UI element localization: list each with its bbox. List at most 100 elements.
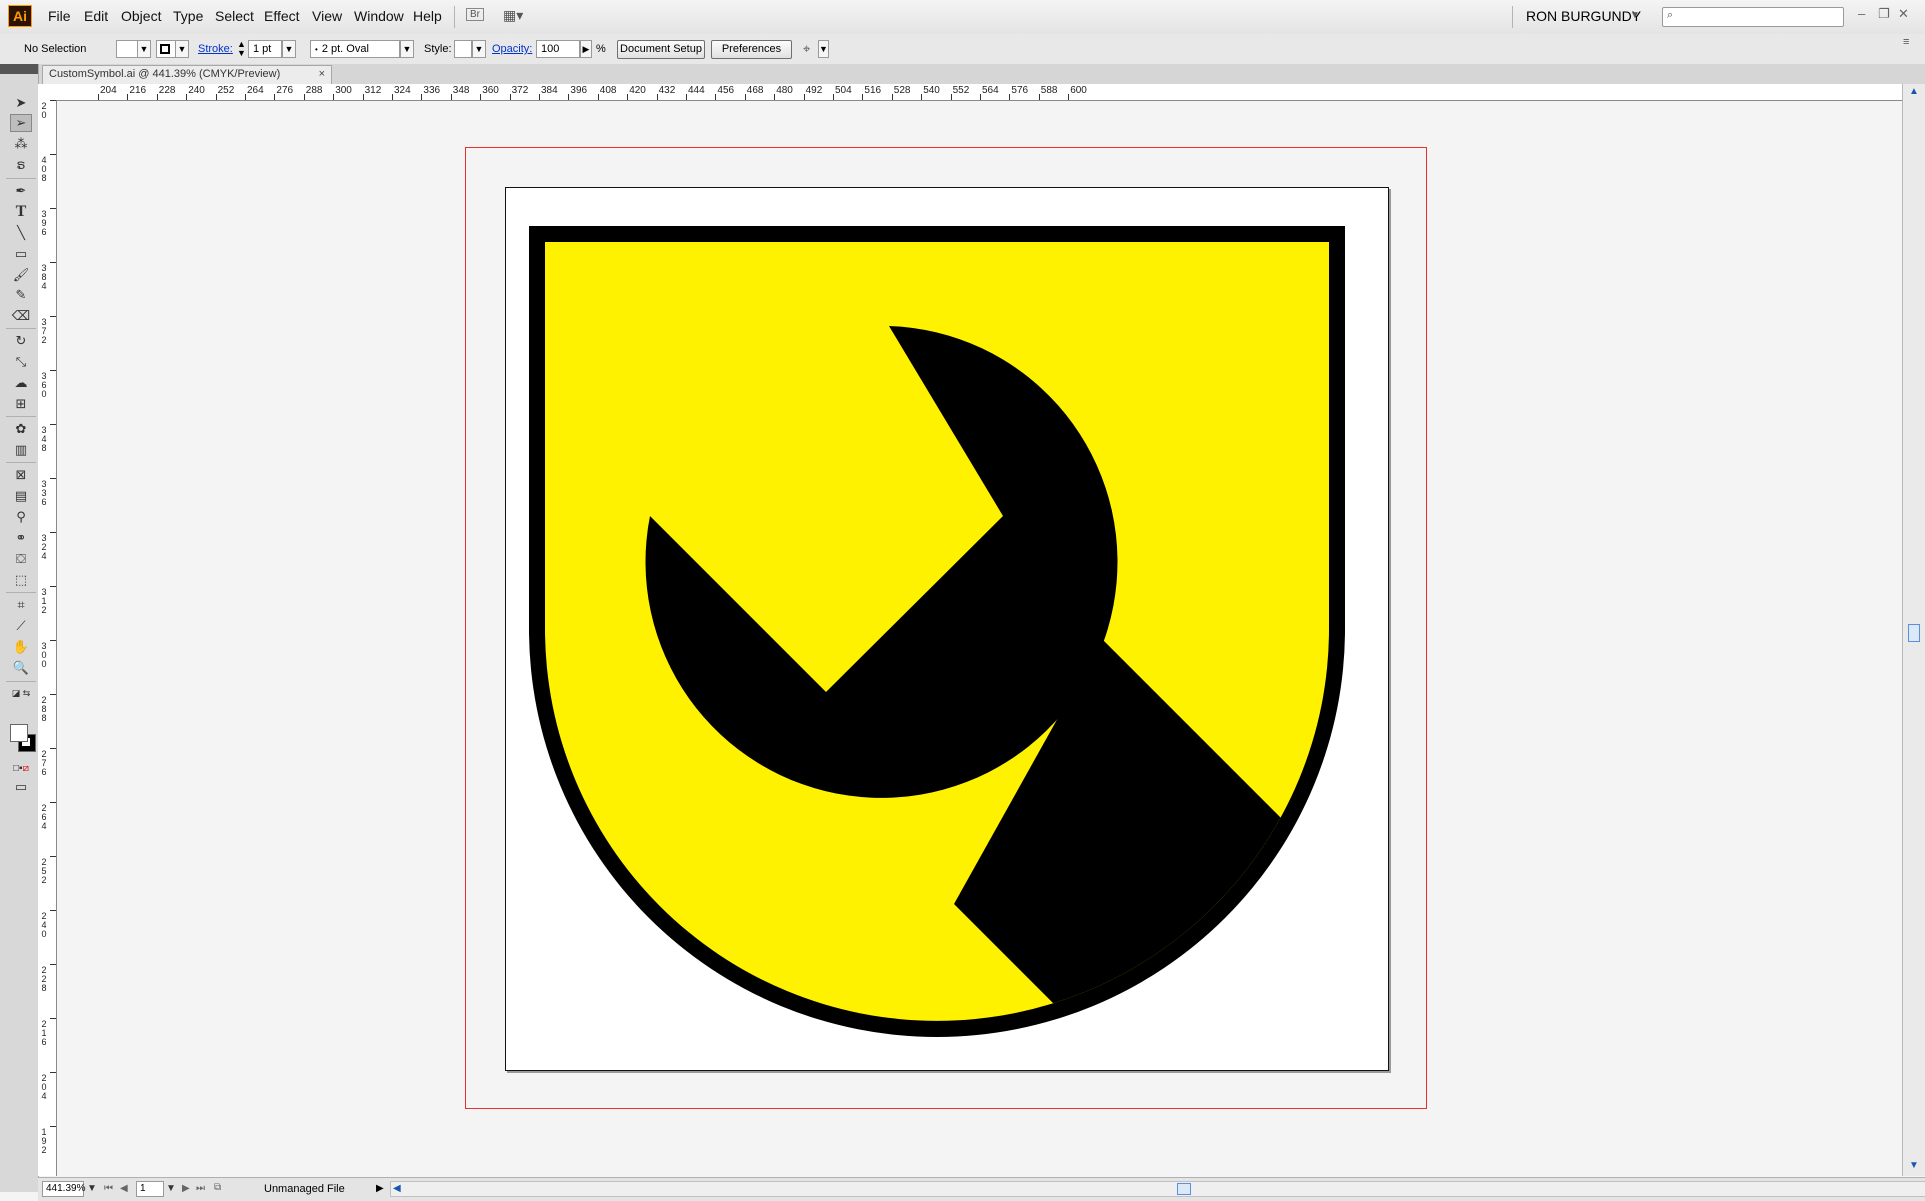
style-dropdown[interactable]: ▼: [472, 40, 486, 58]
stroke-weight-field[interactable]: 1 pt: [248, 40, 282, 58]
artwork[interactable]: [57, 101, 1902, 1177]
fill-stroke-swatches[interactable]: [10, 724, 38, 754]
blend-tool-icon[interactable]: ⚭: [10, 529, 32, 547]
opacity-field[interactable]: 100: [536, 40, 580, 58]
ruler-tick: [50, 316, 56, 317]
brush-field[interactable]: • 2 pt. Oval: [310, 40, 400, 58]
last-artboard-icon[interactable]: ⏭: [196, 1183, 205, 1194]
screen-mode-icon[interactable]: ▭: [10, 778, 32, 796]
selection-tool-icon[interactable]: ➤: [10, 94, 32, 112]
mesh-tool-icon[interactable]: ⊠: [10, 466, 32, 484]
opacity-label[interactable]: Opacity:: [492, 43, 532, 55]
rotate-tool-icon[interactable]: ↻: [10, 332, 32, 350]
pen-tool-icon[interactable]: ✒: [10, 182, 32, 200]
stroke-stepper-icon[interactable]: ▲ ▼: [237, 40, 246, 58]
ruler-tick-label: 564: [982, 85, 999, 96]
ruler-tick: [303, 94, 305, 100]
menu-effect[interactable]: Effect: [264, 8, 300, 24]
panel-menu-icon[interactable]: ≡: [1903, 36, 1909, 48]
first-artboard-icon[interactable]: ⏮: [104, 1183, 113, 1194]
status-menu-icon[interactable]: ⧉: [214, 1182, 221, 1193]
menu-object[interactable]: Object: [121, 8, 161, 24]
gradient-tool-icon[interactable]: ▤: [10, 487, 32, 505]
default-colors-icon[interactable]: ◪ ⇆: [10, 684, 32, 702]
horizontal-scroll-thumb[interactable]: [1177, 1183, 1191, 1195]
live-paint-tool-icon[interactable]: ⛋: [10, 550, 32, 568]
close-tab-icon[interactable]: ×: [319, 66, 325, 83]
canvas[interactable]: [57, 101, 1902, 1177]
scroll-down-icon[interactable]: ▼: [1909, 1160, 1919, 1171]
stroke-swatch[interactable]: [156, 40, 176, 58]
opacity-slider-arrow[interactable]: ▶: [580, 40, 592, 58]
lasso-tool-icon[interactable]: ຣ: [10, 156, 32, 174]
stroke-color-dropdown[interactable]: ▼: [175, 40, 189, 58]
line-tool-icon[interactable]: ╲: [10, 224, 32, 242]
magic-wand-tool-icon[interactable]: ⁂: [10, 135, 32, 153]
stroke-weight-dropdown[interactable]: ▼: [282, 40, 296, 58]
stroke-label[interactable]: Stroke:: [198, 43, 233, 55]
search-input[interactable]: ⌕: [1662, 7, 1844, 27]
horizontal-ruler[interactable]: 204 216 228 240 252 264 276 288 300 312 324 336 348 3…: [56, 84, 1902, 101]
brush-dropdown[interactable]: ▼: [400, 40, 414, 58]
preferences-button[interactable]: Preferences: [711, 40, 792, 59]
chevron-down-icon[interactable]: ▼: [1630, 10, 1640, 21]
next-artboard-icon[interactable]: ▶: [182, 1183, 190, 1194]
menu-edit[interactable]: Edit: [84, 8, 108, 24]
menu-select[interactable]: Select: [215, 8, 254, 24]
rectangle-tool-icon[interactable]: ▭: [10, 245, 32, 263]
direct-selection-tool-icon[interactable]: ➢: [10, 114, 32, 132]
graph-tool-icon[interactable]: ▥: [10, 441, 32, 459]
ruler-tick: [50, 1072, 56, 1073]
zoom-dropdown-icon[interactable]: ▼: [87, 1183, 97, 1194]
menu-help[interactable]: Help: [413, 8, 442, 24]
paintbrush-tool-icon[interactable]: 🖌: [10, 266, 32, 284]
ruler-tick: [50, 532, 56, 533]
zoom-field[interactable]: 441.39%: [42, 1181, 85, 1197]
arrange-documents-icon[interactable]: ▦▾: [503, 7, 523, 24]
workspace-user[interactable]: RON BURGUNDY: [1526, 8, 1641, 24]
status-bar: 441.39% ▼ ⏮ ◀ 1 ▼ ▶ ⏭ ⧉ Unmanaged File ▶…: [38, 1177, 1925, 1201]
document-tab[interactable]: CustomSymbol.ai @ 441.39% (CMYK/Preview)…: [42, 65, 332, 84]
zoom-tool-icon[interactable]: 🔍: [10, 659, 32, 677]
isolation-mode-icon[interactable]: ⌖: [803, 41, 810, 57]
close-window-icon[interactable]: ✕: [1898, 6, 1909, 22]
vertical-ruler[interactable]: 2 0 4 0 8 3 9 6 3 8 4 3 7 2 3 6 0 3 4 8 3 3 6 3 …: [38, 100, 57, 1176]
type-tool-icon[interactable]: T: [10, 203, 32, 221]
scroll-up-icon[interactable]: ▲: [1909, 86, 1919, 97]
crop-tool-icon[interactable]: ⌗: [10, 596, 32, 614]
menu-view[interactable]: View: [312, 8, 342, 24]
bridge-icon[interactable]: Br: [466, 8, 484, 21]
symbol-sprayer-tool-icon[interactable]: ✿: [10, 420, 32, 438]
style-swatch[interactable]: [454, 40, 472, 58]
restore-icon[interactable]: ❐: [1878, 6, 1890, 22]
pencil-tool-icon[interactable]: ✎: [10, 286, 32, 304]
eraser-tool-icon[interactable]: ⌫: [10, 307, 32, 325]
menu-file[interactable]: File: [48, 8, 71, 24]
live-paint-selection-tool-icon[interactable]: ⬚: [10, 571, 32, 589]
warp-tool-icon[interactable]: ☁: [10, 374, 32, 392]
scroll-left-icon[interactable]: ◀: [393, 1183, 401, 1194]
isolation-dropdown[interactable]: ▼: [818, 40, 829, 58]
tool-separator: [6, 681, 36, 682]
status-menu-arrow-icon[interactable]: ▶: [376, 1183, 384, 1194]
artboard-number-field[interactable]: 1: [136, 1181, 164, 1197]
menu-window[interactable]: Window: [354, 8, 404, 24]
document-setup-button[interactable]: Document Setup: [617, 40, 705, 59]
slice-tool-icon[interactable]: ⟋: [10, 617, 32, 635]
artboard-dropdown-icon[interactable]: ▼: [166, 1183, 176, 1194]
color-mode-icons[interactable]: □▪ ⧄: [10, 759, 32, 777]
vertical-scrollbar[interactable]: ▲ ▼: [1902, 84, 1925, 1176]
tools-panel-header[interactable]: [0, 64, 38, 74]
scale-tool-icon[interactable]: ⤡: [10, 353, 32, 371]
horizontal-scrollbar[interactable]: ◀ ▶: [390, 1181, 1925, 1197]
ruler-origin[interactable]: [38, 84, 57, 101]
free-transform-tool-icon[interactable]: ⊞: [10, 395, 32, 413]
fill-dropdown[interactable]: ▼: [137, 40, 151, 58]
fill-swatch[interactable]: [116, 40, 138, 58]
minimize-icon[interactable]: –: [1858, 6, 1865, 21]
hand-tool-icon[interactable]: ✋: [10, 638, 32, 656]
vertical-scroll-thumb[interactable]: [1908, 624, 1920, 642]
previous-artboard-icon[interactable]: ◀: [120, 1183, 128, 1194]
menu-type[interactable]: Type: [173, 8, 203, 24]
eyedropper-tool-icon[interactable]: ⚲: [10, 508, 32, 526]
